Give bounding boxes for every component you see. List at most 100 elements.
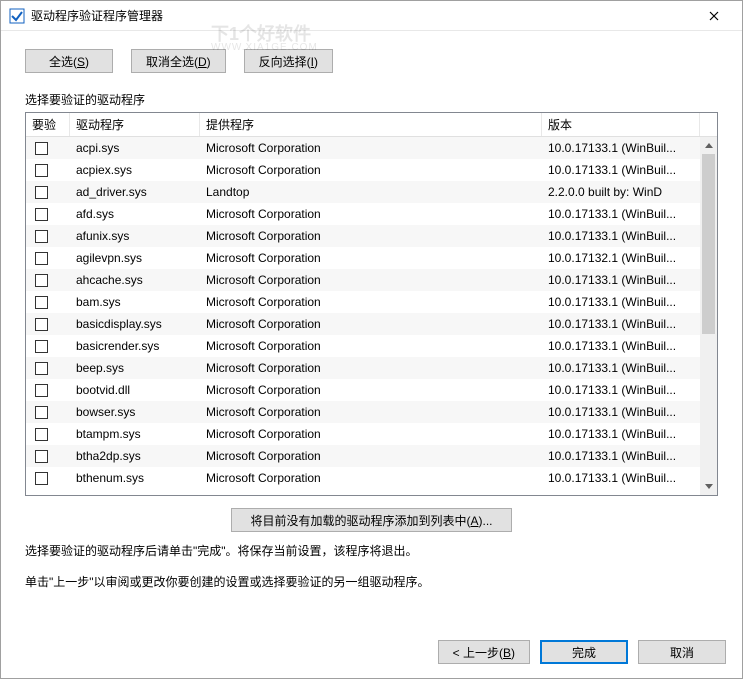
bottom-button-bar: < 上一步(B) 完成 取消: [1, 630, 742, 678]
row-checkbox[interactable]: [35, 450, 48, 463]
table-row[interactable]: basicrender.sysMicrosoft Corporation10.0…: [26, 335, 700, 357]
table-row[interactable]: bam.sysMicrosoft Corporation10.0.17133.1…: [26, 291, 700, 313]
row-checkbox[interactable]: [35, 472, 48, 485]
row-checkbox[interactable]: [35, 296, 48, 309]
cell-provider: Microsoft Corporation: [200, 273, 542, 287]
content-area: 下1个好软件 WWW.XIA1GE.COM 全选(S) 取消全选(D) 反向选择…: [1, 31, 742, 630]
deselect-all-button[interactable]: 取消全选(D): [131, 49, 226, 73]
row-checkbox[interactable]: [35, 406, 48, 419]
cell-version: 10.0.17133.1 (WinBuil...: [542, 427, 700, 441]
top-button-row: 全选(S) 取消全选(D) 反向选择(I): [25, 49, 718, 73]
select-all-button[interactable]: 全选(S): [25, 49, 113, 73]
app-icon: [9, 8, 25, 24]
cell-driver: afd.sys: [70, 207, 200, 221]
cell-provider: Microsoft Corporation: [200, 427, 542, 441]
back-button[interactable]: < 上一步(B): [438, 640, 530, 664]
cell-driver: agilevpn.sys: [70, 251, 200, 265]
dialog-window: 驱动程序验证程序管理器 下1个好软件 WWW.XIA1GE.COM 全选(S) …: [0, 0, 743, 679]
cell-provider: Microsoft Corporation: [200, 251, 542, 265]
table-rows-container: acpi.sysMicrosoft Corporation10.0.17133.…: [26, 137, 700, 495]
row-checkbox[interactable]: [35, 318, 48, 331]
column-header-verify[interactable]: 要验: [26, 113, 70, 136]
cell-driver: bowser.sys: [70, 405, 200, 419]
table-row[interactable]: btampm.sysMicrosoft Corporation10.0.1713…: [26, 423, 700, 445]
cell-provider: Microsoft Corporation: [200, 471, 542, 485]
cell-driver: bam.sys: [70, 295, 200, 309]
help-text-2: 单击"上一步"以审阅或更改你要创建的设置或选择要验证的另一组驱动程序。: [25, 573, 718, 590]
cell-driver: basicdisplay.sys: [70, 317, 200, 331]
cell-version: 2.2.0.0 built by: WinD: [542, 185, 700, 199]
row-checkbox[interactable]: [35, 274, 48, 287]
cell-provider: Microsoft Corporation: [200, 449, 542, 463]
cell-provider: Microsoft Corporation: [200, 383, 542, 397]
scroll-up-button[interactable]: [700, 137, 717, 154]
row-checkbox[interactable]: [35, 142, 48, 155]
cell-driver: ahcache.sys: [70, 273, 200, 287]
cell-provider: Microsoft Corporation: [200, 207, 542, 221]
column-header-driver[interactable]: 驱动程序: [70, 113, 200, 136]
cell-driver: bootvid.dll: [70, 383, 200, 397]
cell-version: 10.0.17133.1 (WinBuil...: [542, 471, 700, 485]
cell-version: 10.0.17133.1 (WinBuil...: [542, 163, 700, 177]
cell-version: 10.0.17133.1 (WinBuil...: [542, 207, 700, 221]
cell-version: 10.0.17133.1 (WinBuil...: [542, 141, 700, 155]
cell-driver: afunix.sys: [70, 229, 200, 243]
table-row[interactable]: beep.sysMicrosoft Corporation10.0.17133.…: [26, 357, 700, 379]
add-unloaded-drivers-button[interactable]: 将目前没有加载的驱动程序添加到列表中(A)...: [231, 508, 511, 532]
column-header-provider[interactable]: 提供程序: [200, 113, 542, 136]
cell-driver: acpiex.sys: [70, 163, 200, 177]
cell-version: 10.0.17132.1 (WinBuil...: [542, 251, 700, 265]
row-checkbox[interactable]: [35, 164, 48, 177]
cell-driver: acpi.sys: [70, 141, 200, 155]
cell-provider: Landtop: [200, 185, 542, 199]
vertical-scrollbar[interactable]: [700, 137, 717, 495]
column-header-scroll: [700, 113, 717, 136]
row-checkbox[interactable]: [35, 340, 48, 353]
table-row[interactable]: afd.sysMicrosoft Corporation10.0.17133.1…: [26, 203, 700, 225]
cell-provider: Microsoft Corporation: [200, 229, 542, 243]
cell-version: 10.0.17133.1 (WinBuil...: [542, 383, 700, 397]
cell-version: 10.0.17133.1 (WinBuil...: [542, 295, 700, 309]
table-row[interactable]: bthenum.sysMicrosoft Corporation10.0.171…: [26, 467, 700, 489]
table-row[interactable]: bowser.sysMicrosoft Corporation10.0.1713…: [26, 401, 700, 423]
cell-driver: basicrender.sys: [70, 339, 200, 353]
cell-driver: beep.sys: [70, 361, 200, 375]
cell-version: 10.0.17133.1 (WinBuil...: [542, 273, 700, 287]
finish-button[interactable]: 完成: [540, 640, 628, 664]
cancel-button[interactable]: 取消: [638, 640, 726, 664]
row-checkbox[interactable]: [35, 186, 48, 199]
section-label: 选择要验证的驱动程序: [25, 91, 718, 108]
table-row[interactable]: basicdisplay.sysMicrosoft Corporation10.…: [26, 313, 700, 335]
row-checkbox[interactable]: [35, 230, 48, 243]
titlebar: 驱动程序验证程序管理器: [1, 1, 742, 31]
cell-version: 10.0.17133.1 (WinBuil...: [542, 317, 700, 331]
table-row[interactable]: acpi.sysMicrosoft Corporation10.0.17133.…: [26, 137, 700, 159]
close-icon: [709, 11, 719, 21]
table-header: 要验 驱动程序 提供程序 版本: [26, 113, 717, 137]
table-row[interactable]: btha2dp.sysMicrosoft Corporation10.0.171…: [26, 445, 700, 467]
table-row[interactable]: agilevpn.sysMicrosoft Corporation10.0.17…: [26, 247, 700, 269]
cell-provider: Microsoft Corporation: [200, 361, 542, 375]
close-button[interactable]: [694, 2, 734, 30]
scroll-down-button[interactable]: [700, 478, 717, 495]
row-checkbox[interactable]: [35, 428, 48, 441]
table-row[interactable]: bootvid.dllMicrosoft Corporation10.0.171…: [26, 379, 700, 401]
table-row[interactable]: ad_driver.sysLandtop2.2.0.0 built by: Wi…: [26, 181, 700, 203]
table-row[interactable]: acpiex.sysMicrosoft Corporation10.0.1713…: [26, 159, 700, 181]
table-row[interactable]: afunix.sysMicrosoft Corporation10.0.1713…: [26, 225, 700, 247]
middle-button-row: 将目前没有加载的驱动程序添加到列表中(A)...: [25, 508, 718, 532]
cell-provider: Microsoft Corporation: [200, 141, 542, 155]
column-header-version[interactable]: 版本: [542, 113, 700, 136]
row-checkbox[interactable]: [35, 252, 48, 265]
cell-version: 10.0.17133.1 (WinBuil...: [542, 339, 700, 353]
row-checkbox[interactable]: [35, 362, 48, 375]
chevron-down-icon: [705, 484, 713, 489]
invert-selection-button[interactable]: 反向选择(I): [244, 49, 333, 73]
row-checkbox[interactable]: [35, 384, 48, 397]
cell-provider: Microsoft Corporation: [200, 317, 542, 331]
row-checkbox[interactable]: [35, 208, 48, 221]
table-row[interactable]: ahcache.sysMicrosoft Corporation10.0.171…: [26, 269, 700, 291]
cell-version: 10.0.17133.1 (WinBuil...: [542, 449, 700, 463]
scrollbar-thumb[interactable]: [702, 154, 715, 334]
chevron-up-icon: [705, 143, 713, 148]
